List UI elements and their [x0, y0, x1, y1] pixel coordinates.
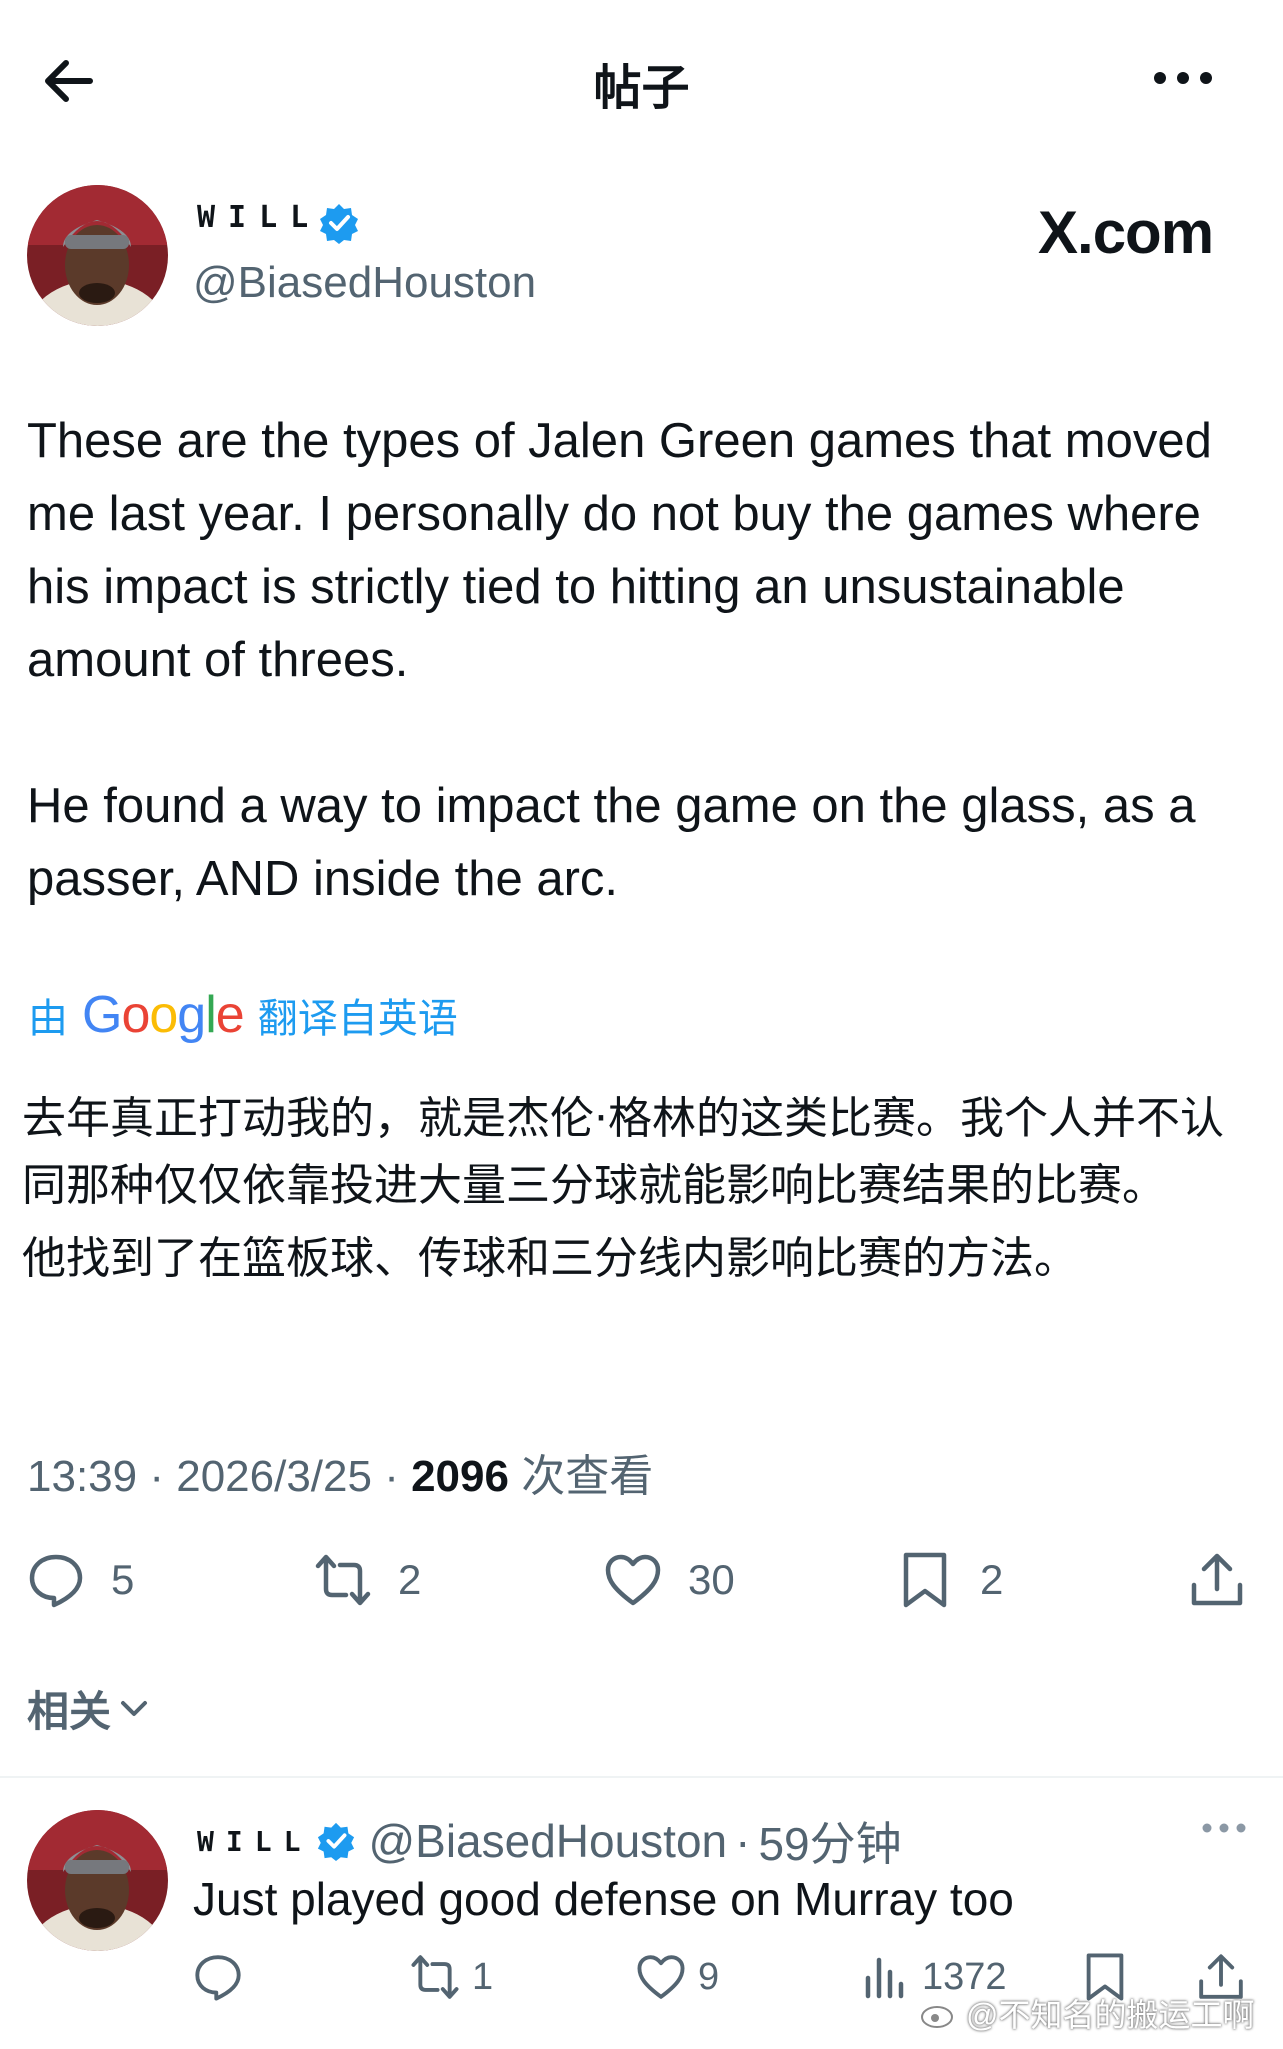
- watermark-text: @不知名的搬运工啊: [966, 1997, 1255, 2033]
- reply-repost-button[interactable]: 1: [410, 1952, 493, 2002]
- translated-paragraph: 他找到了在篮板球、传球和三分线内影响比赛的方法。: [22, 1233, 1078, 1284]
- reply-header: WILL @BiasedHouston · 59分钟: [197, 1808, 902, 1874]
- watermark: @不知名的搬运工啊: [920, 1990, 1255, 2036]
- page-title: 帖子: [593, 62, 690, 115]
- more-horizontal-icon[interactable]: [1150, 58, 1216, 98]
- tweet-text: These are the types of Jalen Green games…: [27, 405, 1257, 916]
- translate-prefix: 由: [28, 997, 68, 1041]
- repost-button[interactable]: 2: [314, 1548, 421, 1612]
- related-toggle[interactable]: 相关: [27, 1678, 149, 1739]
- tweet-time: 13:39: [27, 1452, 138, 1501]
- tweet-paragraph: These are the types of Jalen Green games…: [27, 414, 1212, 687]
- translation-attribution[interactable]: 由 Google 翻译自英语: [28, 985, 458, 1045]
- share-button[interactable]: [1188, 1548, 1272, 1612]
- reply-author-name: WILL: [197, 1824, 313, 1858]
- reply-repost-count: 1: [472, 1955, 494, 1998]
- tweet-meta: 13:39 · 2026/3/25 · 2096 次查看: [27, 1452, 654, 1501]
- bookmark-button[interactable]: 2: [896, 1548, 1003, 1612]
- bookmark-count: 2: [980, 1556, 1004, 1603]
- heart-icon: [604, 1551, 662, 1609]
- translated-paragraph: 去年真正打动我的，就是杰伦·格林的这类比赛。我个人并不认同那种仅仅依靠投进大量三…: [22, 1093, 1224, 1211]
- bookmark-icon: [896, 1551, 954, 1609]
- tweet-date: 2026/3/25: [176, 1452, 372, 1501]
- views-label: 次查看: [521, 1452, 654, 1501]
- avatar[interactable]: [27, 185, 168, 326]
- reply-count: 5: [111, 1556, 135, 1603]
- view-count: 2096: [411, 1452, 509, 1501]
- google-logo: Google: [82, 986, 245, 1044]
- divider: [0, 1776, 1283, 1778]
- reply-like-count: 9: [698, 1955, 720, 1998]
- repost-icon: [410, 1952, 460, 2002]
- author-name: WILL: [197, 200, 322, 235]
- separator-dot: ·: [735, 1815, 751, 1867]
- reply-text: Just played good defense on Murray too: [193, 1873, 1014, 1925]
- reply-handle[interactable]: @BiasedHouston: [368, 1814, 727, 1868]
- like-button[interactable]: 30: [604, 1548, 735, 1612]
- reply-avatar[interactable]: [27, 1810, 168, 1951]
- like-count: 30: [688, 1556, 735, 1603]
- reply-reply-button[interactable]: [193, 1952, 255, 2002]
- comment-icon: [193, 1952, 243, 2002]
- comment-icon: [27, 1551, 85, 1609]
- tweet-paragraph: He found a way to impact the game on the…: [27, 779, 1196, 906]
- repost-count: 2: [398, 1556, 422, 1603]
- top-bar: 帖子: [0, 0, 1283, 165]
- author-handle[interactable]: @BiasedHouston: [193, 258, 536, 308]
- share-icon: [1188, 1551, 1246, 1609]
- translate-suffix: 翻译自英语: [257, 997, 458, 1041]
- related-label: 相关: [27, 1688, 112, 1735]
- translated-text: 去年真正打动我的，就是杰伦·格林的这类比赛。我个人并不认同那种仅仅依靠投进大量三…: [22, 1085, 1262, 1298]
- weibo-icon: [920, 1997, 960, 2029]
- heart-icon: [636, 1952, 686, 2002]
- reply-button[interactable]: 5: [27, 1548, 134, 1612]
- chevron-down-icon: [119, 1698, 149, 1720]
- repost-icon: [314, 1551, 372, 1609]
- bar-chart-icon: [860, 1952, 910, 2002]
- verified-badge-icon: [318, 202, 360, 244]
- verified-badge-icon: [316, 1821, 356, 1861]
- reply-time: 59分钟: [758, 1818, 902, 1870]
- more-horizontal-icon[interactable]: [1200, 1816, 1248, 1840]
- reply-like-button[interactable]: 9: [636, 1952, 719, 2002]
- x-logo: X.com: [1038, 199, 1214, 266]
